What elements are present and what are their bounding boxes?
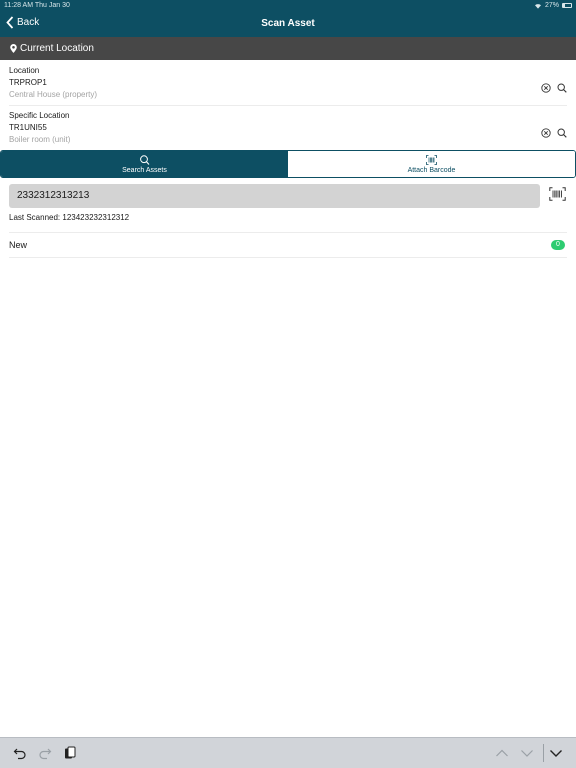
battery-percent: 27% [544, 2, 559, 9]
last-scanned-text: Last Scanned: 123423232312312 [9, 213, 130, 222]
battery-icon [562, 3, 572, 8]
clear-icon[interactable] [541, 83, 551, 93]
count-badge: 0 [551, 240, 565, 250]
list-item-label: New [9, 240, 28, 250]
chevron-up-icon [496, 749, 508, 757]
redo-icon [39, 748, 52, 760]
search-icon[interactable] [557, 83, 567, 93]
redo-button[interactable] [38, 746, 52, 760]
list-item-new[interactable]: New 0 [9, 232, 567, 258]
barcode-scan-icon [549, 187, 566, 201]
barcode-input[interactable]: 2332312313213 [9, 184, 540, 208]
tab-search-assets[interactable]: Search Assets [1, 151, 288, 177]
clear-icon[interactable] [541, 128, 551, 138]
location-row[interactable]: Location TRPROP1 Central House (property… [9, 66, 567, 106]
chevron-down-icon [550, 750, 562, 757]
wifi-icon [534, 3, 541, 9]
location-description: Central House (property) [9, 90, 98, 99]
mode-tabs: Search Assets Attach Barcode [0, 150, 576, 178]
specific-location-actions [541, 128, 567, 138]
page-title: Scan Asset [261, 18, 315, 29]
tab-label: Attach Barcode [407, 166, 456, 174]
nav-bar: Back Scan Asset [0, 12, 576, 37]
undo-icon [13, 748, 26, 760]
search-icon [140, 154, 150, 165]
clipboard-icon [65, 746, 76, 759]
tab-attach-barcode[interactable]: Attach Barcode [288, 151, 575, 177]
current-location-header: Current Location [0, 37, 576, 60]
paste-button[interactable] [63, 746, 77, 760]
scan-barcode-button[interactable] [549, 187, 566, 201]
chevron-down-icon [521, 750, 533, 757]
specific-location-code: TR1UNI55 [9, 123, 47, 132]
toolbar-divider [543, 744, 544, 762]
location-label: Location [9, 66, 40, 75]
search-icon[interactable] [557, 128, 567, 138]
specific-location-label: Specific Location [9, 111, 70, 120]
location-actions [541, 83, 567, 93]
tab-label: Search Assets [122, 166, 167, 174]
location-pin-icon [10, 44, 17, 53]
section-title: Current Location [20, 43, 94, 54]
status-bar: 11:28 AM Thu Jan 30 27% [0, 0, 576, 12]
dismiss-keyboard-button[interactable] [549, 746, 563, 760]
location-code: TRPROP1 [9, 78, 47, 87]
specific-location-description: Boiler room (unit) [9, 135, 71, 144]
status-right: 27% [534, 2, 572, 9]
next-field-button[interactable] [520, 746, 534, 760]
previous-field-button[interactable] [495, 746, 509, 760]
barcode-icon [426, 154, 437, 165]
specific-location-row[interactable]: Specific Location TR1UNI55 Boiler room (… [9, 111, 567, 150]
keyboard-toolbar [0, 737, 576, 768]
status-time: 11:28 AM Thu Jan 30 [4, 2, 70, 9]
undo-button[interactable] [13, 746, 27, 760]
